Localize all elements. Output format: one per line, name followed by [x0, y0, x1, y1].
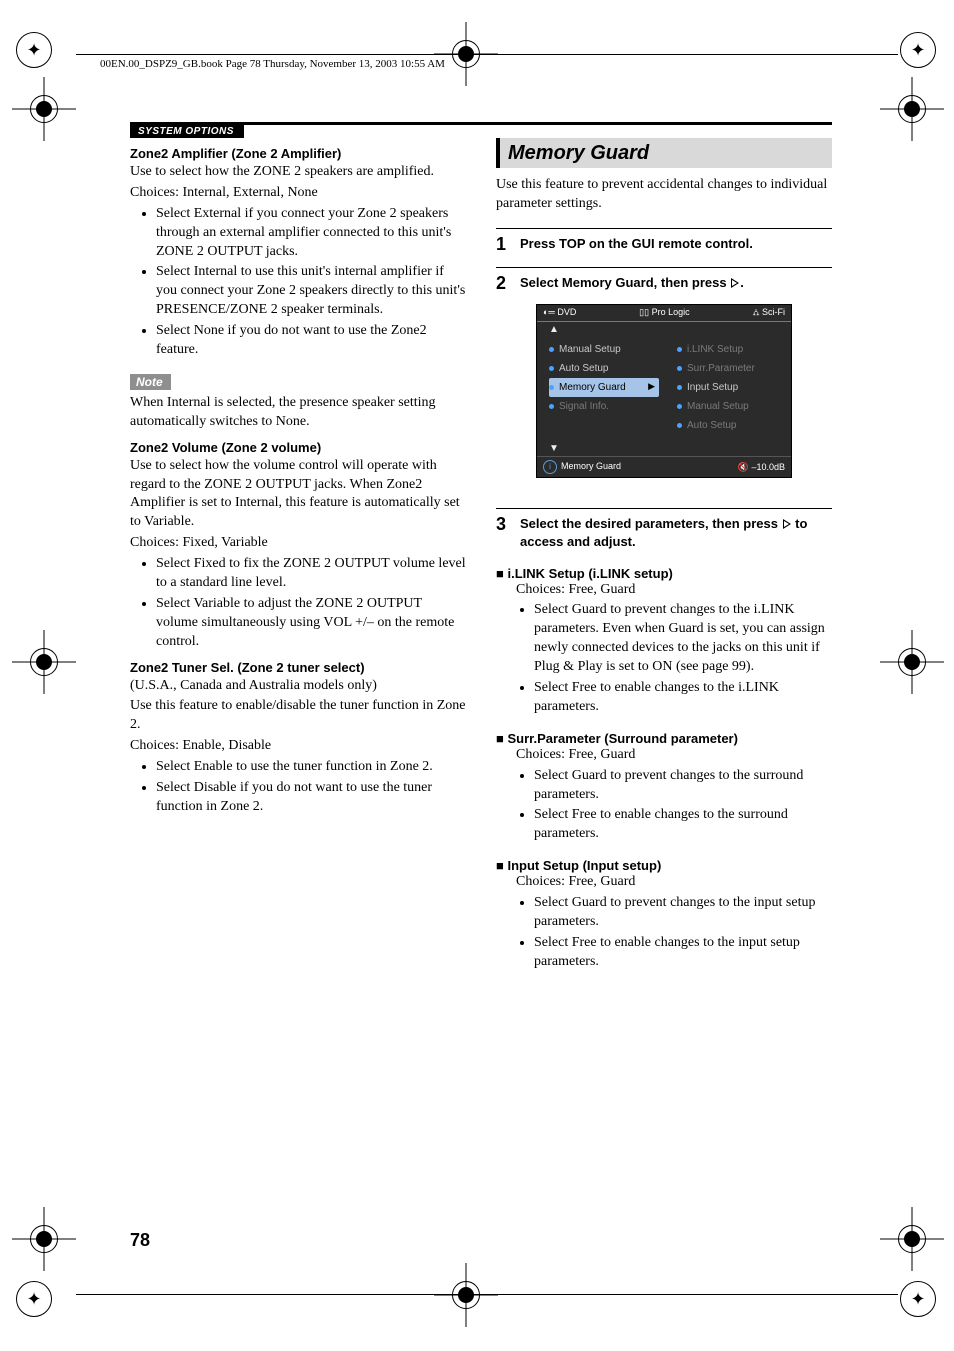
gui-status-program: ⛼ Sci-Fi — [752, 307, 785, 319]
bullet-list: Select Guard to prevent changes to the s… — [516, 767, 832, 845]
crop-mark — [16, 32, 52, 68]
gui-footer: i Memory Guard 🔇 –10.0dB — [537, 456, 791, 477]
crop-target — [30, 648, 58, 676]
step-number: 2 — [496, 274, 510, 292]
heading-input-setup: Input Setup (Input setup) — [496, 858, 832, 873]
step-text-a: Select Memory Guard, then press — [520, 275, 730, 290]
gui-footer-volume: 🔇 –10.0dB — [738, 462, 785, 473]
header-filename: 00EN.00_DSPZ9_GB.book Page 78 Thursday, … — [100, 58, 445, 70]
gui-footer-label: Memory Guard — [561, 461, 621, 471]
bullet-list: Select Fixed to fix the ZONE 2 OUTPUT vo… — [130, 555, 466, 651]
body-text: Choices: Free, Guard — [516, 746, 832, 765]
crop-target — [898, 648, 926, 676]
gui-menu-item: Input Setup — [677, 378, 787, 397]
body-text: Choices: Free, Guard — [516, 873, 832, 892]
body-text: Use this feature to prevent accidental c… — [496, 176, 832, 214]
bullet-list: Select Guard to prevent changes to the i… — [516, 601, 832, 716]
right-column: Memory Guard Use this feature to prevent… — [496, 138, 832, 978]
step-text-a: Select the desired parameters, then pres… — [520, 516, 782, 531]
heading-zone2-volume: Zone2 Volume (Zone 2 volume) — [130, 440, 466, 455]
list-item: Select Free to enable changes to the sur… — [534, 806, 832, 844]
list-item: Select Guard to prevent changes to the s… — [534, 767, 832, 805]
step-2: 2 Select Memory Guard, then press . — [496, 267, 832, 292]
gui-right-menu: i.LINK Setup Surr.Parameter Input Setup … — [677, 340, 787, 435]
crop-target — [898, 95, 926, 123]
gui-menu-item: Signal Info. — [549, 397, 659, 416]
body-text: Choices: Fixed, Variable — [130, 534, 466, 553]
body-text: Use to select how the ZONE 2 speakers ar… — [130, 163, 466, 182]
heading-surr-parameter: Surr.Parameter (Surround parameter) — [496, 731, 832, 746]
crop-target — [30, 95, 58, 123]
step-text: Select the desired parameters, then pres… — [520, 515, 832, 551]
step-number: 3 — [496, 515, 510, 533]
page-content: SYSTEM OPTIONS Zone2 Amplifier (Zone 2 A… — [130, 122, 832, 1211]
step-text-b: . — [740, 275, 744, 290]
body-text: Choices: Enable, Disable — [130, 737, 466, 756]
gui-menu-item: Manual Setup — [549, 340, 659, 359]
crop-mark — [900, 1281, 936, 1317]
list-item: Select Internal to use this unit's inter… — [156, 263, 466, 320]
list-item: Select Guard to prevent changes to the i… — [534, 894, 832, 932]
list-item: Select Free to enable changes to the i.L… — [534, 679, 832, 717]
list-item: Select None if you do not want to use th… — [156, 322, 466, 360]
crop-line — [76, 1294, 898, 1295]
heading-ilink: i.LINK Setup (i.LINK setup) — [496, 566, 832, 581]
crop-target — [30, 1225, 58, 1253]
up-arrow-icon: ▲ — [549, 324, 559, 335]
crop-target — [452, 1281, 480, 1309]
bullet-list: Select Guard to prevent changes to the i… — [516, 894, 832, 972]
gui-menu-item: Surr.Parameter — [677, 359, 787, 378]
gui-menu-item: Auto Setup — [549, 359, 659, 378]
down-arrow-icon: ▼ — [549, 443, 559, 454]
left-column: Zone2 Amplifier (Zone 2 Amplifier) Use t… — [130, 138, 466, 978]
body-text: Choices: Internal, External, None — [130, 184, 466, 203]
note-text: When Internal is selected, the presence … — [130, 394, 466, 432]
gui-menu-item: i.LINK Setup — [677, 340, 787, 359]
list-item: Select Guard to prevent changes to the i… — [534, 601, 832, 677]
gui-screenshot: ◐═ DVD ▯▯ Pro Logic ⛼ Sci-Fi ▲ Manual Se… — [536, 304, 792, 478]
step-text: Press TOP on the GUI remote control. — [520, 235, 753, 253]
right-arrow-icon — [783, 519, 791, 529]
list-item: Select Fixed to fix the ZONE 2 OUTPUT vo… — [156, 555, 466, 593]
note-label: Note — [130, 374, 171, 390]
title-memory-guard: Memory Guard — [496, 138, 832, 168]
gui-status-bar: ◐═ DVD ▯▯ Pro Logic ⛼ Sci-Fi — [537, 305, 791, 322]
heading-zone2-amplifier: Zone2 Amplifier (Zone 2 Amplifier) — [130, 146, 466, 161]
gui-status-input: ◐═ DVD — [543, 307, 576, 319]
title-text: Memory Guard — [508, 142, 649, 164]
gui-menu-item: Auto Setup — [677, 416, 787, 435]
body-text: Use to select how the volume control wil… — [130, 457, 466, 533]
bullet-list: Select Enable to use the tuner function … — [130, 758, 466, 817]
list-item: Select Disable if you do not want to use… — [156, 779, 466, 817]
crop-mark — [900, 32, 936, 68]
crop-mark — [16, 1281, 52, 1317]
list-item: Select Variable to adjust the ZONE 2 OUT… — [156, 595, 466, 652]
step-number: 1 — [496, 235, 510, 253]
step-1: 1 Press TOP on the GUI remote control. — [496, 228, 832, 253]
gui-body: ▲ Manual Setup Auto Setup Memory Guard S… — [537, 322, 791, 456]
list-item: Select Free to enable changes to the inp… — [534, 934, 832, 972]
info-icon: i — [543, 460, 557, 474]
step-3: 3 Select the desired parameters, then pr… — [496, 508, 832, 551]
bullet-list: Select External if you connect your Zone… — [130, 205, 466, 360]
crop-target — [898, 1225, 926, 1253]
gui-menu-item: Manual Setup — [677, 397, 787, 416]
body-text: (U.S.A., Canada and Australia models onl… — [130, 677, 466, 696]
step-text: Select Memory Guard, then press . — [520, 274, 744, 292]
gui-menu-item-selected: Memory Guard — [549, 378, 659, 397]
crop-line — [76, 54, 898, 55]
gui-left-menu: Manual Setup Auto Setup Memory Guard Sig… — [549, 340, 659, 416]
body-text: Use this feature to enable/disable the t… — [130, 697, 466, 735]
gui-status-decoder: ▯▯ Pro Logic — [639, 307, 689, 319]
heading-zone2-tuner: Zone2 Tuner Sel. (Zone 2 tuner select) — [130, 660, 466, 675]
list-item: Select External if you connect your Zone… — [156, 205, 466, 262]
right-arrow-icon — [731, 278, 739, 288]
section-label: SYSTEM OPTIONS — [130, 125, 244, 138]
body-text: Choices: Free, Guard — [516, 581, 832, 600]
page-number: 78 — [130, 1230, 150, 1251]
list-item: Select Enable to use the tuner function … — [156, 758, 466, 777]
